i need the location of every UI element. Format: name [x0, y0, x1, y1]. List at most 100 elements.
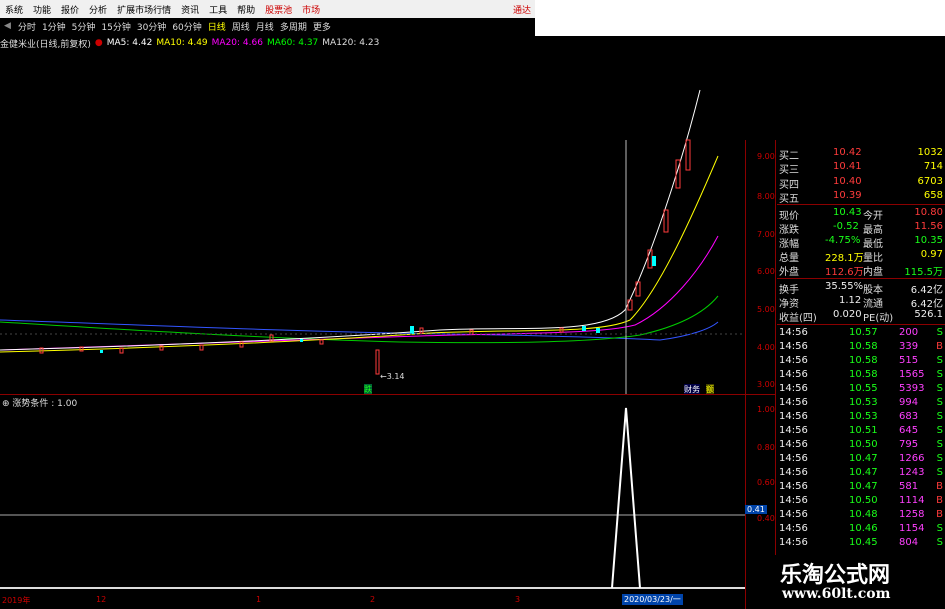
date-tick: 12 [96, 595, 107, 604]
tick-price: 10.53 [849, 397, 878, 408]
tick-volume: 1258 [899, 509, 925, 520]
stat-row: 涨幅 -4.75% 最低 10.35 [779, 235, 943, 250]
tick-row: 14:56 10.46 1154 S [777, 523, 945, 537]
tick-volume: 795 [899, 439, 919, 450]
tick-volume: 200 [899, 327, 919, 338]
menu-item-tools[interactable]: 工具 [204, 3, 232, 16]
low-price-label: ←3.14 [380, 372, 405, 381]
tick-time: 14:56 [779, 355, 808, 366]
tick-volume: 1243 [899, 467, 925, 478]
candles-down [100, 256, 656, 353]
indicator-tick: 0.60 [757, 478, 775, 487]
ma120-value: MA120: 4.23 [322, 38, 380, 48]
period-tab-60min[interactable]: 60分钟 [169, 20, 204, 33]
tick-row: 14:56 10.53 994 S [777, 397, 945, 411]
menu-right-label[interactable]: 通达 [513, 3, 535, 16]
stat-row: 收益(四) 0.020 PE(动) 526.1 [779, 309, 943, 324]
price-tick: 6.00 [757, 267, 775, 276]
tick-price: 10.47 [849, 481, 878, 492]
menu-item-analysis[interactable]: 分析 [84, 3, 112, 16]
tick-side: B [936, 481, 943, 492]
tick-row: 14:56 10.47 581 B [777, 481, 945, 495]
tick-time: 14:56 [779, 481, 808, 492]
menu-item-market[interactable]: 市场 [297, 3, 325, 16]
menu-item-help[interactable]: 帮助 [232, 3, 260, 16]
tick-price: 10.47 [849, 467, 878, 478]
lock-icon[interactable]: ● [95, 38, 103, 48]
tick-time: 14:56 [779, 509, 808, 520]
candles [39, 139, 691, 375]
period-bar: ◀ 分时 1分钟 5分钟 15分钟 30分钟 60分钟 日线 周线 月线 多周期… [0, 18, 535, 34]
tick-side: S [936, 355, 943, 366]
stat-row: 总量 228.1万 量比 0.97 [779, 249, 943, 264]
tick-price: 10.50 [849, 439, 878, 450]
tick-side: S [936, 467, 943, 478]
menu-item-quote[interactable]: 报价 [56, 3, 84, 16]
tick-price: 10.50 [849, 495, 878, 506]
tick-time: 14:56 [779, 397, 808, 408]
period-tab-15min[interactable]: 15分钟 [98, 20, 133, 33]
tick-volume: 1266 [899, 453, 925, 464]
ma20-value: MA20: 4.66 [211, 38, 263, 48]
tick-time: 14:56 [779, 537, 808, 548]
tick-row: 14:56 10.58 339 B [777, 341, 945, 355]
tick-price: 10.48 [849, 509, 878, 520]
bid-row: 买五 10.39 658 [779, 190, 943, 205]
ma120-line [0, 319, 719, 341]
tick-price: 10.58 [849, 369, 878, 380]
tick-price: 10.55 [849, 383, 878, 394]
tick-row: 14:56 10.48 1258 B [777, 509, 945, 523]
menu-item-stock-pool[interactable]: 股票池 [260, 3, 297, 16]
ma20-line [0, 235, 719, 351]
period-tab-daily[interactable]: 日线 [205, 20, 229, 33]
section-divider [777, 278, 945, 279]
menu-item-extended-market[interactable]: 扩展市场行情 [112, 3, 176, 16]
period-tab-weekly[interactable]: 周线 [229, 20, 253, 33]
axis-divider [745, 140, 746, 609]
period-tab-1min[interactable]: 1分钟 [39, 20, 69, 33]
tick-volume: 5393 [899, 383, 925, 394]
menu-item-function[interactable]: 功能 [28, 3, 56, 16]
tick-side: S [936, 439, 943, 450]
bid-row: 买二 10.42 1032 [779, 147, 943, 162]
kline-chart[interactable] [0, 50, 745, 395]
blank-panel [535, 0, 945, 36]
period-tab-5min[interactable]: 5分钟 [69, 20, 99, 33]
tick-time: 14:56 [779, 383, 808, 394]
bid-row: 买四 10.40 6703 [779, 176, 943, 191]
tick-side: S [936, 369, 943, 380]
period-tab-timeshare[interactable]: 分时 [15, 20, 39, 33]
menu-item-system[interactable]: 系统 [0, 3, 28, 16]
period-tab-monthly[interactable]: 月线 [253, 20, 277, 33]
tick-row: 14:56 10.47 1266 S [777, 453, 945, 467]
period-left-arrow-icon[interactable]: ◀ [0, 21, 15, 31]
tick-volume: 515 [899, 355, 919, 366]
stat-row: 现价 10.43 今开 10.80 [779, 207, 943, 222]
tick-volume: 994 [899, 397, 919, 408]
period-tab-multi[interactable]: 多周期 [277, 20, 310, 33]
period-tab-more[interactable]: 更多 [310, 20, 334, 33]
tick-volume: 581 [899, 481, 919, 492]
price-tick: 8.00 [757, 192, 775, 201]
tick-time: 14:56 [779, 425, 808, 436]
tick-volume: 1565 [899, 369, 925, 380]
indicator-tick: 0.80 [757, 443, 775, 452]
tick-row: 14:56 10.57 200 S [777, 327, 945, 341]
indicator-chart[interactable] [0, 400, 745, 593]
ma-header: 金健米业(日线,前复权) ● MA5: 4.42 MA10: 4.49 MA20… [0, 36, 400, 50]
tick-time: 14:56 [779, 341, 808, 352]
date-tick: 3 [515, 595, 521, 604]
tick-row: 14:56 10.58 515 S [777, 355, 945, 369]
tick-volume: 1154 [899, 523, 925, 534]
indicator-tick: 0.40 [757, 514, 775, 523]
tick-volume: 645 [899, 425, 919, 436]
period-tab-30min[interactable]: 30分钟 [134, 20, 169, 33]
stat-row: 外盘 112.6万 内盘 115.5万 [779, 267, 943, 278]
stat-row: 换手 35.55% 股本 6.42亿 [779, 281, 943, 296]
tick-side: S [936, 537, 943, 548]
menu-item-news[interactable]: 资讯 [176, 3, 204, 16]
tick-row: 14:56 10.47 1243 S [777, 467, 945, 481]
watermark-title: 乐淘公式网 [780, 562, 891, 588]
tick-side: S [936, 453, 943, 464]
quote-panel: 买二 10.42 1032 买三 10.41 714 买四 10.40 6703… [777, 143, 945, 609]
